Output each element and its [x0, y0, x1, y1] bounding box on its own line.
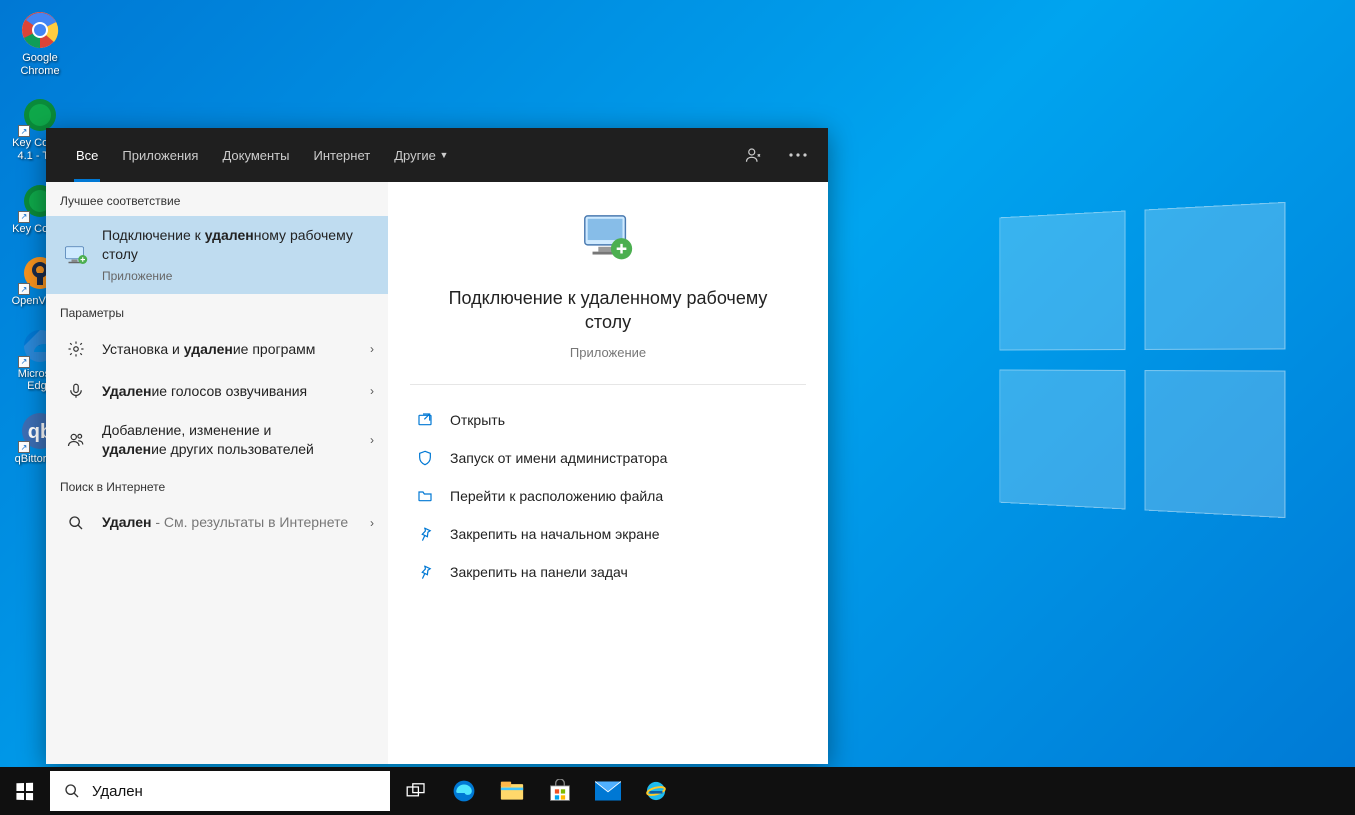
search-details-pane: Подключение к удаленному рабочему столу …	[388, 182, 828, 764]
start-button[interactable]	[0, 767, 48, 815]
chevron-right-icon: ›	[370, 384, 374, 398]
wallpaper-windows-logo	[985, 210, 1285, 510]
pin-icon	[416, 563, 434, 581]
action-open-location[interactable]: Перейти к расположению файла	[410, 477, 806, 515]
result-setting-programs[interactable]: Установка и удаление программ ›	[46, 328, 388, 370]
action-pin-taskbar[interactable]: Закрепить на панели задач	[410, 553, 806, 591]
feedback-icon[interactable]	[732, 128, 776, 182]
taskbar-store[interactable]	[536, 767, 584, 815]
action-pin-start[interactable]: Закрепить на начальном экране	[410, 515, 806, 553]
details-subtitle: Приложение	[410, 345, 806, 360]
group-settings: Параметры	[46, 294, 388, 328]
result-title: Подключение к удаленному рабочему столу …	[102, 226, 374, 284]
folder-icon	[416, 487, 434, 505]
search-icon	[64, 511, 88, 535]
action-run-as-admin[interactable]: Запуск от имени администратора	[410, 439, 806, 477]
result-setting-users[interactable]: Добавление, изменение иудаление других п…	[46, 412, 388, 468]
search-input[interactable]	[92, 783, 376, 800]
search-icon	[64, 783, 80, 799]
rdp-icon	[64, 243, 88, 267]
tab-other[interactable]: Другие ▼	[382, 128, 460, 182]
start-search-panel: Все Приложения Документы Интернет Другие…	[46, 128, 828, 764]
chevron-right-icon: ›	[370, 516, 374, 530]
result-web-search[interactable]: Удален - См. результаты в Интернете ›	[46, 502, 388, 544]
group-best-match: Лучшее соответствие	[46, 182, 388, 216]
chevron-down-icon: ▼	[439, 150, 448, 160]
chevron-right-icon: ›	[370, 433, 374, 447]
taskbar-search-box[interactable]	[50, 771, 390, 811]
taskbar-edge[interactable]	[440, 767, 488, 815]
open-icon	[416, 411, 434, 429]
shield-icon	[416, 449, 434, 467]
tab-all[interactable]: Все	[64, 128, 110, 182]
result-setting-voices[interactable]: Удаление голосов озвучивания ›	[46, 370, 388, 412]
details-title: Подключение к удаленному рабочему столу	[410, 286, 806, 335]
taskbar-explorer[interactable]	[488, 767, 536, 815]
taskbar-ie[interactable]	[632, 767, 680, 815]
windows-logo-icon	[16, 782, 33, 800]
more-icon[interactable]	[776, 128, 820, 182]
rdp-icon	[579, 212, 637, 270]
tab-internet[interactable]: Интернет	[301, 128, 382, 182]
task-view-button[interactable]	[392, 767, 440, 815]
search-tabs: Все Приложения Документы Интернет Другие…	[46, 128, 828, 182]
search-results-list: Лучшее соответствие Подключение к удален…	[46, 182, 388, 764]
desktop-icon-chrome[interactable]: Google Chrome	[8, 10, 72, 77]
taskbar	[0, 767, 1355, 815]
mic-icon	[64, 379, 88, 403]
people-icon	[64, 428, 88, 452]
taskbar-mail[interactable]	[584, 767, 632, 815]
pin-icon	[416, 525, 434, 543]
group-web: Поиск в Интернете	[46, 468, 388, 502]
gear-icon	[64, 337, 88, 361]
tab-apps[interactable]: Приложения	[110, 128, 210, 182]
result-rdp-app[interactable]: Подключение к удаленному рабочему столу …	[46, 216, 388, 294]
chevron-right-icon: ›	[370, 342, 374, 356]
tab-docs[interactable]: Документы	[210, 128, 301, 182]
action-open[interactable]: Открыть	[410, 401, 806, 439]
